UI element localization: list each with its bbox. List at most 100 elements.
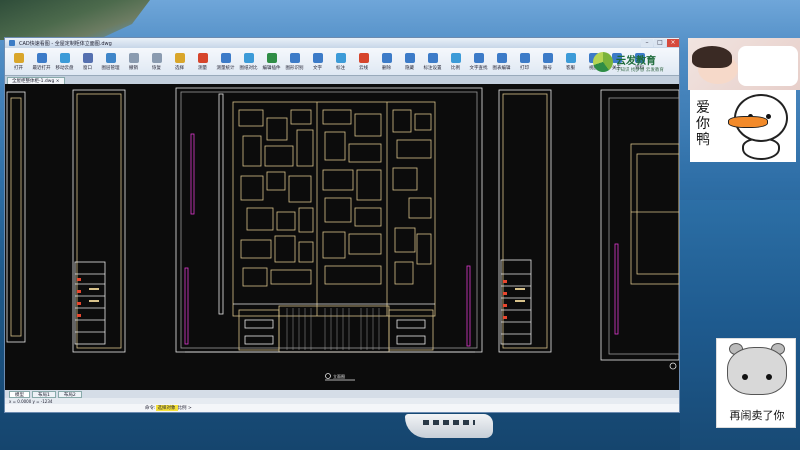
toolbar-button-stats[interactable]: 测量统计	[214, 49, 237, 75]
folder-icon	[13, 52, 24, 63]
toolbar-button-redo[interactable]: 恢复	[145, 49, 168, 75]
plugin-icon	[266, 52, 277, 63]
toolbar-button-recent[interactable]: 最近打开	[30, 49, 53, 75]
tab-layout-2[interactable]: 布局2	[57, 390, 82, 398]
command-highlight: 选择对象	[155, 405, 178, 411]
window-title: CAD快速看图 - 全屋定制柜体立面图.dwg	[19, 40, 112, 47]
drawing-canvas[interactable]: 立面图	[5, 84, 679, 390]
toolbar-button-label: 图表编辑	[492, 65, 511, 71]
pillow-shape	[738, 46, 798, 86]
hide-icon	[404, 52, 415, 63]
text-icon	[312, 52, 323, 63]
toolbar-button-label: 隐藏	[405, 65, 414, 71]
title-bar[interactable]: CAD快速看图 - 全屋定制柜体立面图.dwg – □ ×	[5, 38, 679, 48]
toolbar-button-label: 标注设置	[423, 65, 442, 71]
toolbar-button-label: 窗口	[83, 65, 92, 71]
toolbar-button-label: 客服	[566, 65, 575, 71]
hamster-caption: 再闹卖了你	[729, 409, 785, 422]
leaf-logo-icon	[593, 52, 613, 72]
toolbar-button-label: 撤销	[129, 65, 138, 71]
recognize-icon	[289, 52, 300, 63]
compare-icon	[243, 52, 254, 63]
toolbar-button-folder[interactable]: 打开	[7, 49, 30, 75]
hamster-body-shape	[727, 347, 787, 395]
select-icon	[174, 52, 185, 63]
document-tab[interactable]: 全屋柜整体柜-1.dwg ×	[7, 77, 65, 84]
coordinate-readout: x = 0.0000 y = -1234	[9, 398, 53, 404]
brand-logo: 云发教育 学知识 找梦想 云发教育	[593, 50, 673, 74]
duck-caption: 爱你鸭	[696, 100, 710, 148]
toolbar-button-table[interactable]: 图表编辑	[490, 49, 513, 75]
layout-tabs: 模型 布局1 布局2	[5, 390, 679, 398]
scale-icon	[450, 52, 461, 63]
toolbar-button-dimension[interactable]: 标注	[329, 49, 352, 75]
toolbar-button-label: 文字	[313, 65, 322, 71]
toolbar-button-measure[interactable]: 测量	[191, 49, 214, 75]
stats-icon	[220, 52, 231, 63]
toolbar-button-support[interactable]: 客服	[559, 49, 582, 75]
settings-icon	[427, 52, 438, 63]
toolbar-button-text[interactable]: 文字	[306, 49, 329, 75]
toolbar-button-label: 打印	[520, 65, 529, 71]
measure-icon	[197, 52, 208, 63]
toolbar-button-select[interactable]: 选择	[168, 49, 191, 75]
tab-layout-1[interactable]: 布局1	[32, 390, 56, 398]
cad-viewer-window: CAD快速看图 - 全屋定制柜体立面图.dwg – □ × 打开 最近打开 移动云盘…	[4, 37, 680, 413]
toolbar-button-plugin[interactable]: 编辑插件	[260, 49, 283, 75]
toolbar-button-label: 打开	[14, 65, 23, 71]
hair-shape	[692, 46, 732, 68]
toolbar-button-label: 选择	[175, 65, 184, 71]
toolbar-button-label: 编辑插件	[262, 65, 281, 71]
brand-name: 云发教育	[616, 55, 656, 67]
cad-drawing: 立面图	[6, 87, 679, 381]
toolbar-button-settings[interactable]: 标注设置	[421, 49, 444, 75]
toolbar-button-label: 最近打开	[32, 65, 51, 71]
brand-tagline: 学知识 找梦想 云发教育	[616, 67, 664, 73]
toolbar-button-compare[interactable]: 图纸对比	[237, 49, 260, 75]
toolbar-button-label: 比例	[451, 65, 460, 71]
toolbar-button-label: 测量	[198, 65, 207, 71]
left-elevation	[6, 89, 126, 353]
toolbar-button-label: 文字查找	[469, 65, 488, 71]
duck-beak-shape	[728, 116, 768, 128]
duck-sticker: 爱你鸭	[690, 90, 796, 162]
command-suffix: 比例 >	[177, 406, 192, 411]
print-icon	[519, 52, 530, 63]
elevation-title: 立面图	[333, 373, 345, 379]
hamster-sticker: 再闹卖了你	[716, 338, 796, 428]
close-button[interactable]: ×	[667, 39, 679, 47]
main-toolbar: 打开 最近打开 移动云盘 窗口 图层管理 撤销 恢复 选择 测量 测量统计 图纸对比 编辑插件 图形识别…	[5, 48, 679, 76]
toolbar-button-label: 云线	[359, 65, 368, 71]
toolbar-button-hide[interactable]: 隐藏	[398, 49, 421, 75]
maximize-button[interactable]: □	[654, 39, 666, 47]
toolbar-button-account[interactable]: 账号	[536, 49, 559, 75]
toolbar-button-scale[interactable]: 比例	[444, 49, 467, 75]
toolbar-button-cloud[interactable]: 移动云盘	[53, 49, 76, 75]
toolbar-button-undo[interactable]: 撤销	[122, 49, 145, 75]
toolbar-button-find[interactable]: 文字查找	[467, 49, 490, 75]
toolbar-button-delete[interactable]: 删除	[375, 49, 398, 75]
find-icon	[473, 52, 484, 63]
toolbar-button-label: 测量统计	[216, 65, 235, 71]
minimize-button[interactable]: –	[641, 39, 653, 47]
toolbar-button-label: 恢复	[152, 65, 161, 71]
toolbar-button-window[interactable]: 窗口	[76, 49, 99, 75]
hamster-eye-left	[742, 374, 748, 380]
support-icon	[565, 52, 576, 63]
toolbar-button-revcloud[interactable]: 云线	[352, 49, 375, 75]
boat-image	[405, 414, 493, 438]
toolbar-button-recognize[interactable]: 图形识别	[283, 49, 306, 75]
coastline-cliff	[0, 0, 150, 40]
toolbar-button-label: 图纸对比	[239, 65, 258, 71]
tab-model[interactable]: 模型	[9, 390, 30, 398]
cloud-icon	[59, 52, 70, 63]
command-line[interactable]: 命令: 选择对象 比例 >	[5, 404, 679, 412]
revcloud-icon	[358, 52, 369, 63]
toolbar-button-layers[interactable]: 图层管理	[99, 49, 122, 75]
window-icon	[82, 52, 93, 63]
toolbar-button-label: 图层管理	[101, 65, 120, 71]
window-controls: – □ ×	[641, 39, 679, 47]
layers-icon	[105, 52, 116, 63]
toolbar-button-label: 图形识别	[285, 65, 304, 71]
toolbar-button-print[interactable]: 打印	[513, 49, 536, 75]
